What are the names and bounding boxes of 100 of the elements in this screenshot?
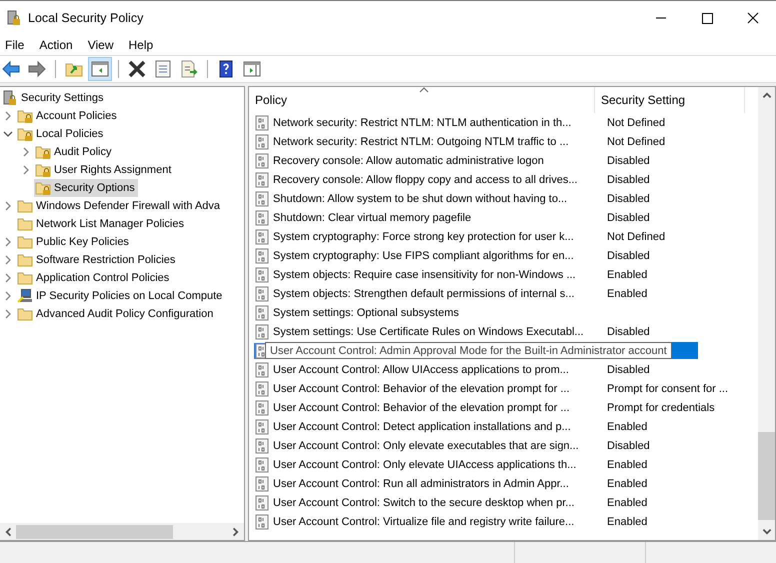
setting-cell-text: Not Defined <box>606 116 666 128</box>
folder-icon <box>17 306 33 322</box>
setting-cell-text: Enabled <box>606 288 648 300</box>
tree-item[interactable]: Software Restriction Policies <box>16 251 178 269</box>
setting-cell-text: Disabled <box>606 212 650 224</box>
tree-item[interactable]: Windows Defender Firewall with Adva <box>16 197 224 215</box>
policy-icon <box>254 456 270 472</box>
policy-icon <box>254 152 270 168</box>
scroll-thumb[interactable] <box>16 524 173 538</box>
forward-arrow-icon[interactable] <box>26 58 48 80</box>
setting-cell-text: Enabled <box>606 268 648 280</box>
folder-icon <box>17 198 33 214</box>
folder-icon <box>17 270 33 286</box>
setting-cell-text: Not Defined <box>606 136 666 148</box>
policy-icon <box>254 114 270 130</box>
policy-cell[interactable]: System objects: Require case insensitivity for non-Windows ... <box>273 268 605 280</box>
scroll-thumb[interactable] <box>758 432 775 520</box>
tree-item[interactable]: IP Security Policies on Local Compute <box>16 287 226 305</box>
policy-icon <box>254 380 270 396</box>
setting-cell-text: Disabled <box>606 440 650 452</box>
back-arrow-icon[interactable] <box>0 58 22 80</box>
locked-folder-icon <box>35 162 51 178</box>
setting-cell-text: Not Defined <box>606 230 666 242</box>
tree-item[interactable]: User Rights Assignment <box>34 161 174 179</box>
policy-cell[interactable]: User Account Control: Only elevate executables that are sign... <box>273 440 605 452</box>
policy-cell[interactable]: User Account Control: Run all administrators in Admin Appr... <box>273 478 605 490</box>
policy-cell[interactable]: System objects: Strengthen default permissions of internal s... <box>273 288 605 300</box>
tree-item[interactable]: Audit Policy <box>34 143 114 161</box>
policy-cell[interactable]: Network security: Restrict NTLM: NTLM authentication in th... <box>273 116 605 128</box>
setting-cell-text: Enabled <box>606 478 648 490</box>
computer-icon <box>17 288 33 304</box>
tree-pane-icon[interactable] <box>89 58 111 80</box>
policy-cell[interactable]: System settings: Use Certificate Rules on Windows Executabl... <box>273 326 605 338</box>
policy-cell[interactable]: System cryptography: Force strong key protection for user k... <box>273 230 605 242</box>
policy-cell[interactable]: User Account Control: Allow UIAccess applications to prom... <box>273 364 605 376</box>
setting-cell-text: Prompt for consent for ... <box>606 382 728 394</box>
policy-icon <box>254 494 270 510</box>
setting-cell-text: Disabled <box>606 326 650 338</box>
policy-icon <box>254 190 270 206</box>
menu-item[interactable]: Action <box>36 38 79 52</box>
vertical-scrollbar[interactable] <box>758 87 775 540</box>
tree-item[interactable]: Application Control Policies <box>16 269 172 287</box>
policy-icon <box>254 438 270 454</box>
menu-item[interactable]: Help <box>126 38 160 52</box>
tree-item[interactable]: Security Options <box>34 179 138 197</box>
policy-icon <box>254 304 270 320</box>
tree-item[interactable]: Account Policies <box>16 107 120 125</box>
server-lock-icon <box>6 10 22 26</box>
policy-cell[interactable]: Recovery console: Allow floppy copy and access to all drives... <box>273 174 605 186</box>
setting-cell-text: Enabled <box>606 516 648 528</box>
tree-item[interactable]: Security Settings <box>21 92 104 104</box>
setting-cell-text: Disabled <box>606 154 650 166</box>
delete-icon[interactable] <box>126 58 148 80</box>
column-header[interactable]: Policy <box>249 87 595 113</box>
folder-icon <box>17 234 33 250</box>
folder-icon <box>17 252 33 268</box>
tree-item[interactable]: Local Policies <box>16 125 106 143</box>
rename-field[interactable]: User Account Control: Admin Approval Mode for the Built-in Administrator account <box>265 342 672 359</box>
setting-cell-text: Disabled <box>606 364 650 376</box>
setting-cell-text: Prompt for credentials <box>606 402 715 414</box>
menu-item[interactable]: File <box>2 38 30 52</box>
policy-cell[interactable]: User Account Control: Virtualize file and registry write failure... <box>273 516 605 528</box>
policy-icon <box>254 400 270 416</box>
policy-icon <box>254 266 270 282</box>
policy-cell[interactable]: Recovery console: Allow automatic administrative logon <box>273 154 605 166</box>
policy-icon <box>254 514 270 530</box>
locked-folder-icon <box>17 108 33 124</box>
setting-cell-text: Enabled <box>606 420 648 432</box>
policy-icon <box>254 286 270 302</box>
policy-cell[interactable]: System settings: Optional subsystems <box>273 306 605 318</box>
folder-icon <box>17 216 33 232</box>
setting-cell-text: Enabled <box>606 496 648 508</box>
policy-icon <box>254 324 270 340</box>
setting-cell-text: Disabled <box>606 174 650 186</box>
tree-item[interactable]: Advanced Audit Policy Configuration <box>16 305 216 323</box>
server-lock-icon <box>2 90 18 106</box>
setting-cell-text: Disabled <box>606 192 650 204</box>
policy-cell[interactable]: System cryptography: Use FIPS compliant algorithms for en... <box>273 250 605 262</box>
column-header[interactable]: Security Setting <box>595 87 745 113</box>
setting-cell-text: Enabled <box>606 458 648 470</box>
horizontal-scrollbar[interactable] <box>0 523 244 540</box>
policy-cell[interactable]: User Account Control: Switch to the secure desktop when pr... <box>273 496 605 508</box>
locked-folder-icon <box>35 144 51 160</box>
policy-cell[interactable]: User Account Control: Only elevate UIAccess applications th... <box>273 458 605 470</box>
policy-icon <box>254 134 270 150</box>
tree-item[interactable]: Network List Manager Policies <box>16 215 187 233</box>
policy-icon <box>254 362 270 378</box>
menu-item[interactable]: View <box>84 38 120 52</box>
policy-cell[interactable]: Network security: Restrict NTLM: Outgoing NTLM traffic to ... <box>273 136 605 148</box>
policy-cell[interactable]: Shutdown: Clear virtual memory pagefile <box>273 212 605 224</box>
policy-cell[interactable]: User Account Control: Detect application installations and p... <box>273 420 605 432</box>
locked-folder-icon <box>17 126 33 142</box>
policy-cell[interactable]: User Account Control: Behavior of the elevation prompt for ... <box>273 402 605 414</box>
locked-folder-icon <box>35 180 51 196</box>
policy-icon <box>254 248 270 264</box>
policy-icon <box>254 476 270 492</box>
policy-cell[interactable]: User Account Control: Behavior of the elevation prompt for ... <box>273 382 605 394</box>
policy-cell[interactable]: Shutdown: Allow system to be shut down without having to... <box>273 192 605 204</box>
policy-icon <box>254 210 270 226</box>
tree-item[interactable]: Public Key Policies <box>16 233 132 251</box>
